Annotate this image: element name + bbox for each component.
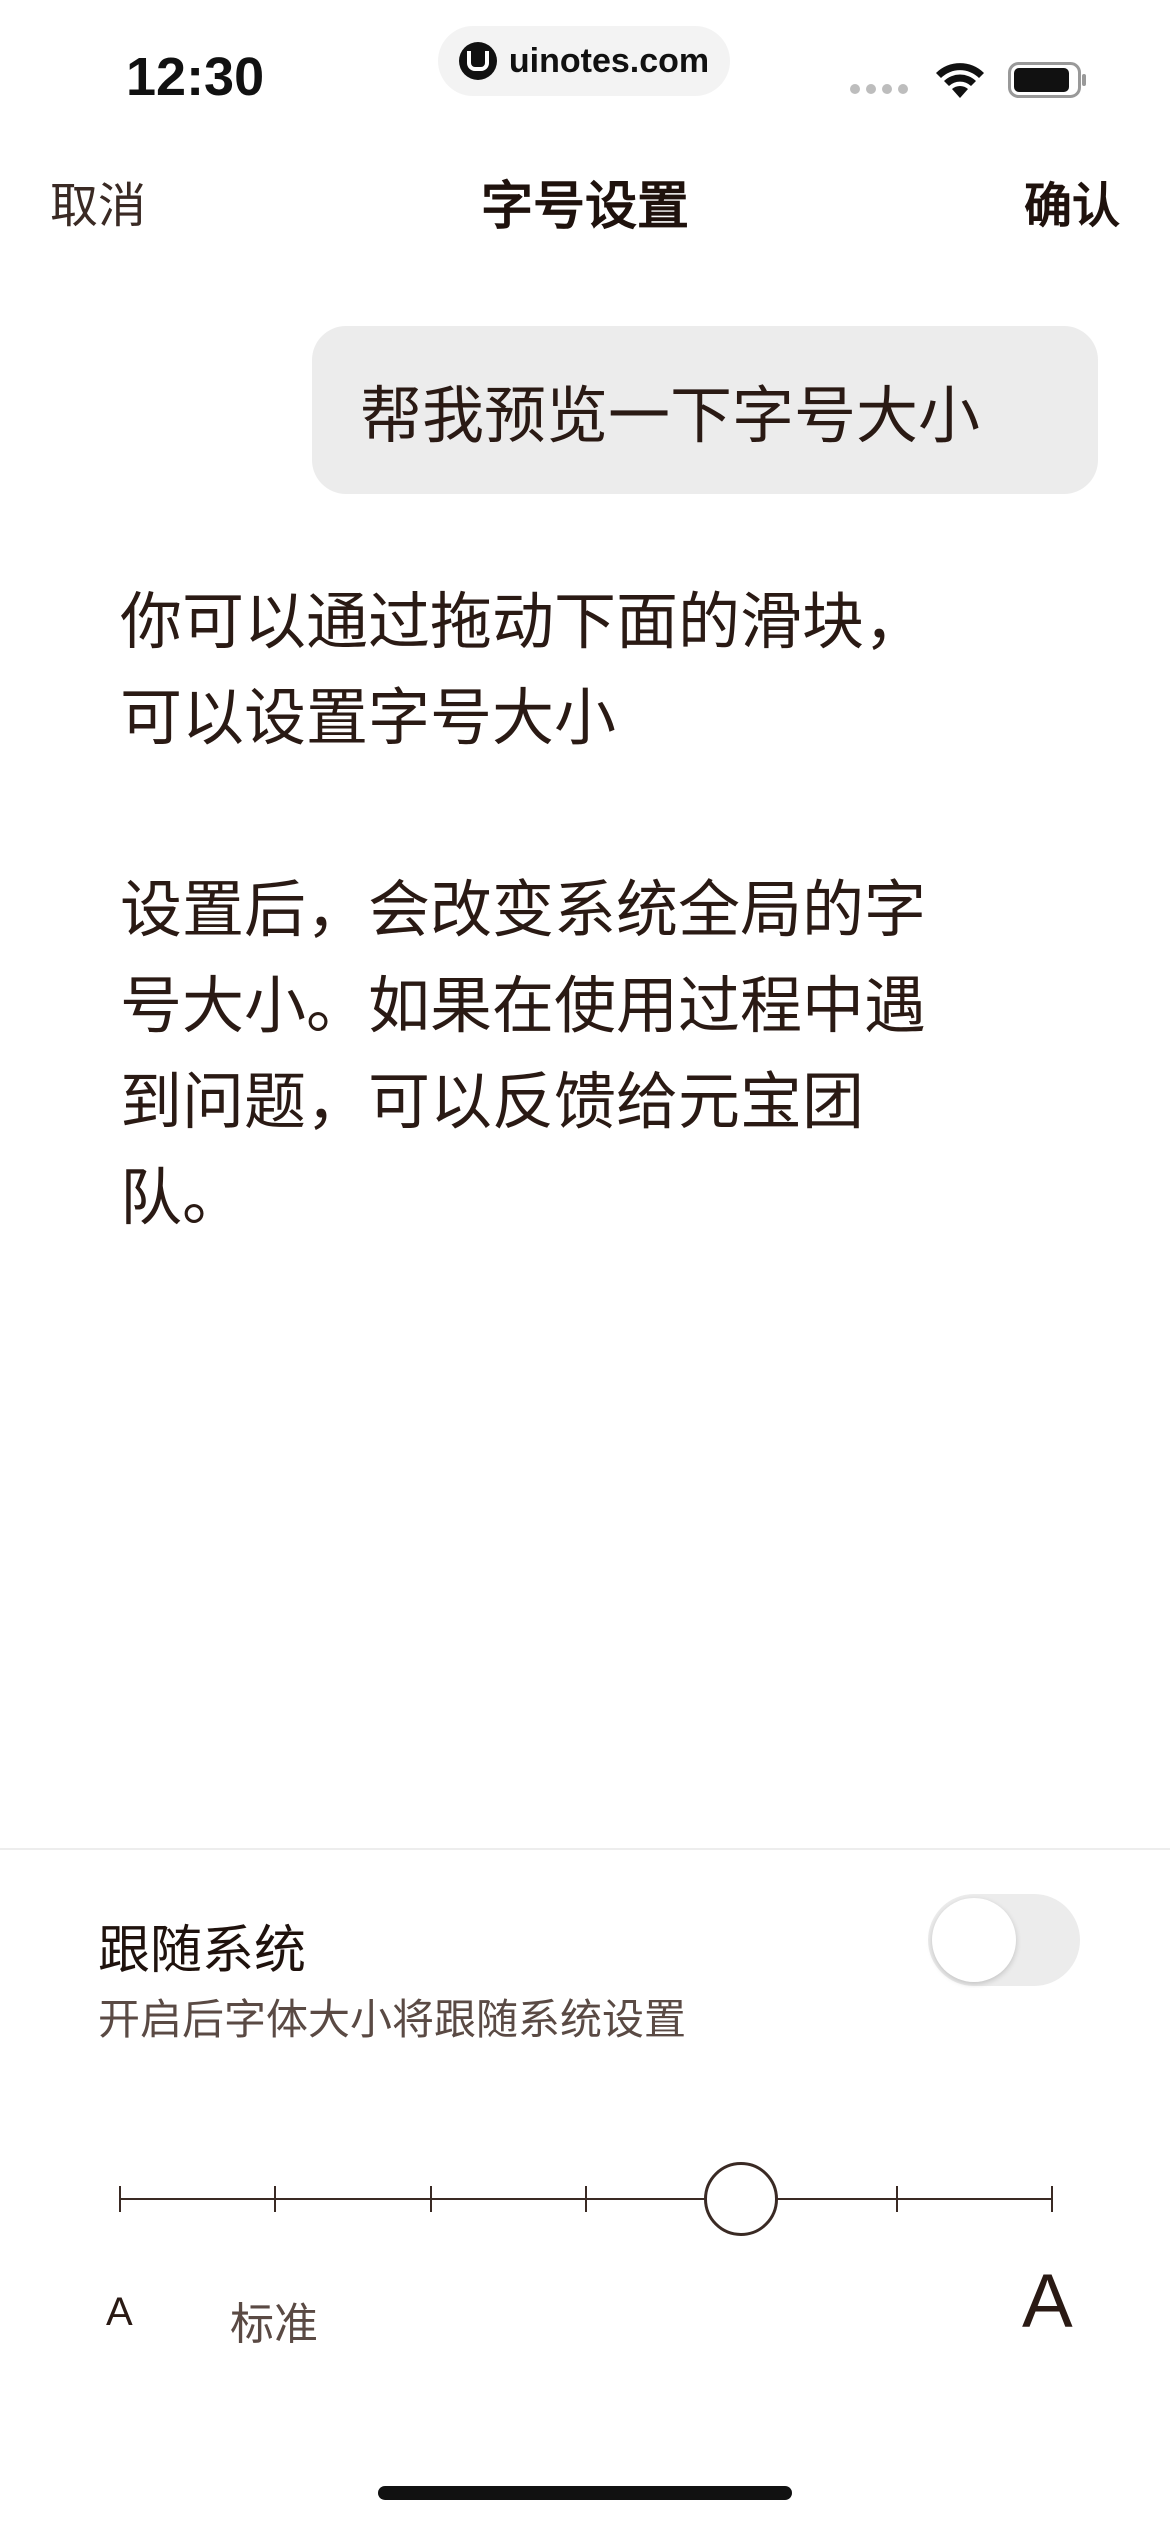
slider-thumb[interactable] (704, 2162, 779, 2236)
status-time: 12:30 (126, 47, 265, 107)
confirm-button[interactable]: 确认 (1024, 166, 1120, 236)
battery-icon (1008, 62, 1086, 98)
slider-tick[interactable] (119, 2186, 121, 2212)
url-text: uinotes.com (508, 41, 710, 80)
wifi-icon (936, 63, 984, 98)
large-font-label: A (1022, 2259, 1073, 2344)
url-pill[interactable]: uinotes.com (438, 26, 730, 96)
small-font-label: A (106, 2290, 133, 2334)
toggle-knob (932, 1898, 1016, 1982)
user-message-bubble: 帮我预览一下字号大小 (312, 326, 1098, 494)
cellular-signal-icon (850, 84, 908, 94)
follow-system-subtitle: 开启后字体大小将跟随系统设置 (98, 1995, 687, 2044)
section-divider (0, 1848, 1170, 1850)
site-logo-icon (458, 42, 497, 80)
reply-line: 队。 (120, 1161, 245, 1234)
font-size-slider[interactable] (119, 2150, 1053, 2250)
slider-tick[interactable] (585, 2186, 587, 2212)
slider-tick[interactable] (895, 2186, 898, 2212)
assistant-reply: 你可以通过拖动下面的滑块， 可以设置字号大小 设置后，会改变系统全局的字 号大小… (120, 574, 1020, 1246)
home-indicator (378, 2486, 792, 2500)
status-bar: 12:30 uinotes.com (0, 0, 1170, 140)
reply-line: 到问题，可以反馈给元宝团 (120, 1065, 865, 1138)
follow-system-toggle[interactable] (928, 1894, 1080, 1986)
reply-line: 可以设置字号大小 (120, 681, 617, 754)
reply-line: 号大小。如果在使用过程中遇 (120, 969, 927, 1042)
reply-line: 你可以通过拖动下面的滑块， (120, 585, 927, 658)
slider-tick[interactable] (429, 2186, 432, 2212)
standard-font-label: 标准 (230, 2299, 318, 2350)
reply-line: 设置后，会改变系统全局的字 (120, 873, 927, 946)
slider-tick[interactable] (274, 2186, 277, 2212)
reply-paragraph: 你可以通过拖动下面的滑块， 可以设置字号大小 (120, 574, 1020, 766)
page-title: 字号设置 (480, 177, 689, 237)
slider-tick[interactable] (1051, 2186, 1053, 2212)
status-indicators (850, 58, 1090, 102)
reply-paragraph: 设置后，会改变系统全局的字 号大小。如果在使用过程中遇 到问题，可以反馈给元宝团… (120, 862, 1020, 1246)
follow-system-title: 跟随系统 (98, 1921, 307, 1981)
